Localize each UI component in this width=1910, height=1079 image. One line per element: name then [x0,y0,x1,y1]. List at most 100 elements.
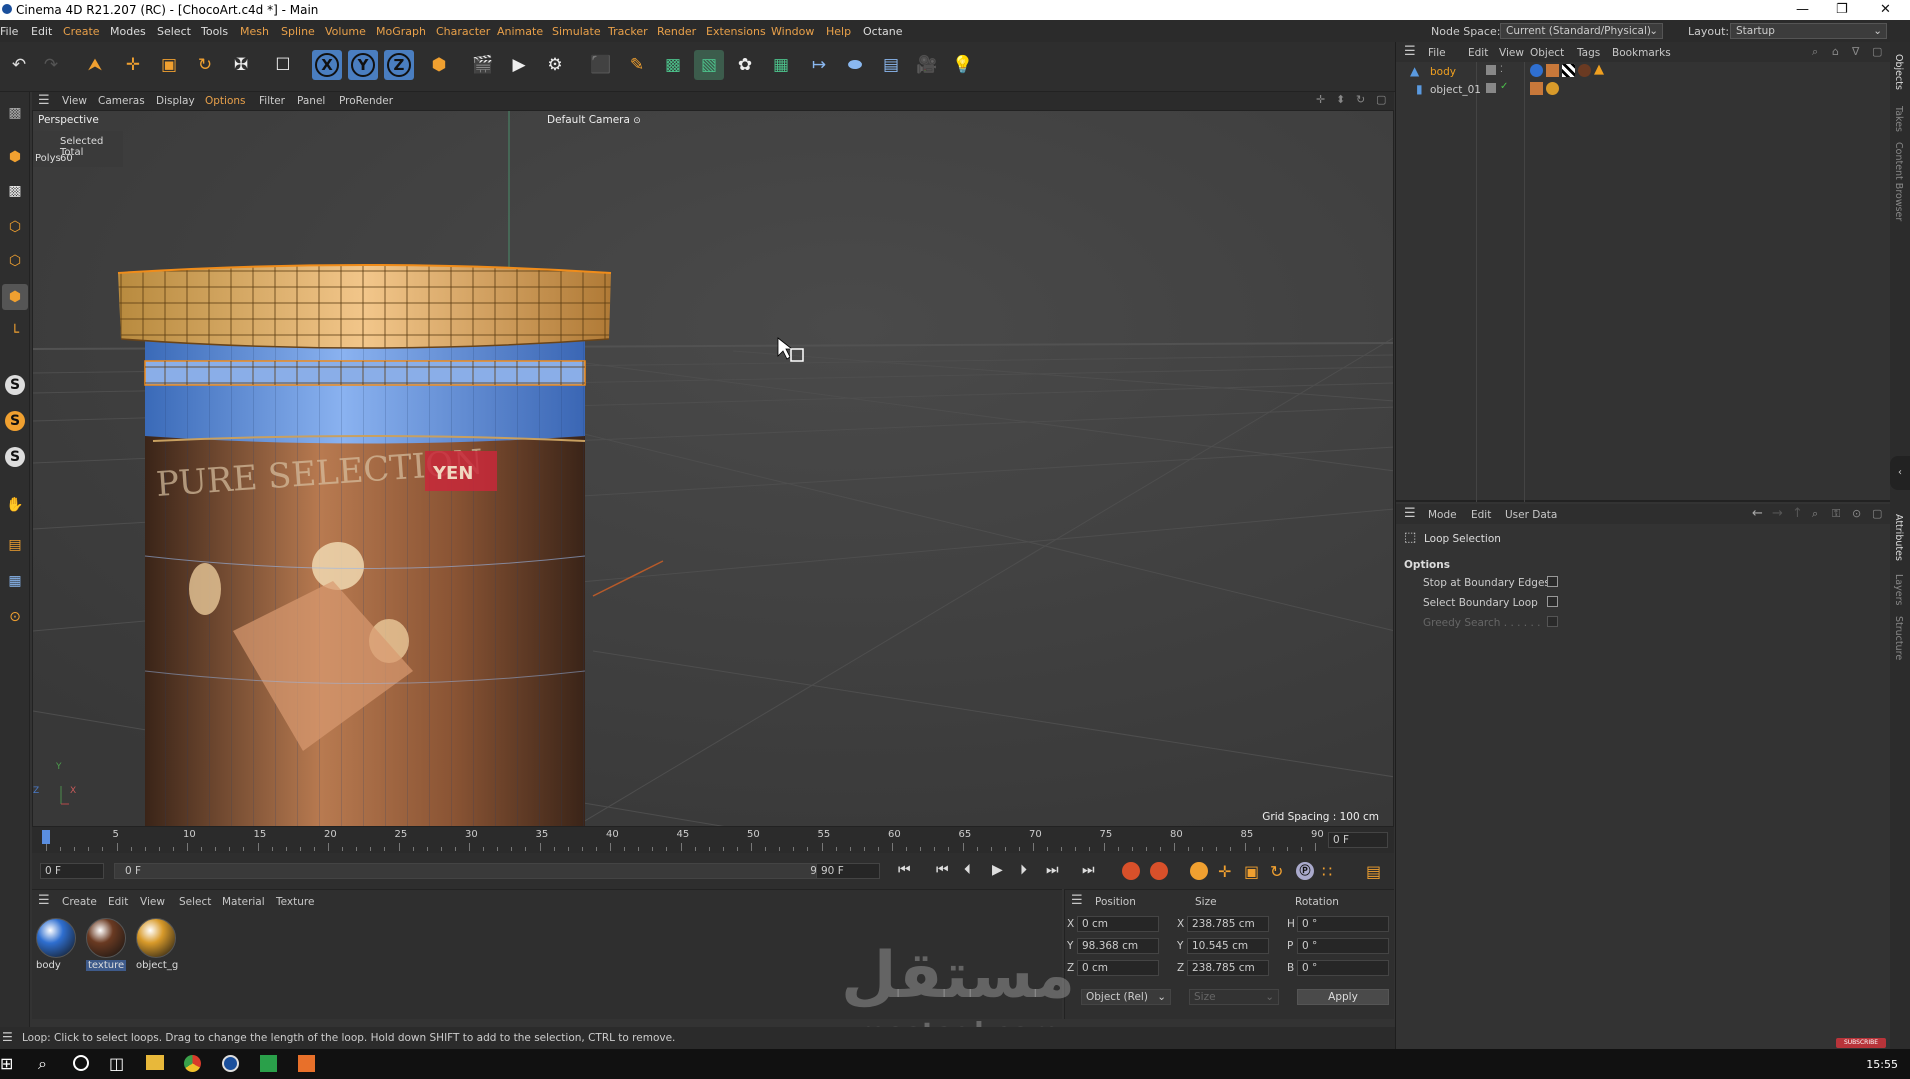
viewport-menu-prorender[interactable]: ProRender [339,95,393,107]
menu-animate[interactable]: Animate [497,25,543,38]
material-menu-edit[interactable]: Edit [108,896,128,908]
windows-start-icon[interactable]: ⊞ [0,1054,13,1073]
attribute-menu-mode[interactable]: Mode [1428,509,1457,521]
snap-s-icon-3[interactable]: S [2,444,28,470]
start-frame-field[interactable]: 0 F [40,863,104,879]
menu-file[interactable]: File [0,25,18,38]
material-menu-select[interactable]: Select [179,896,211,908]
lock-icon[interactable]: ⚿ [1832,507,1840,521]
tab-takes[interactable]: Takes [1893,106,1904,132]
minimize-icon[interactable]: — [1796,2,1809,17]
uv-tag-icon[interactable] [1530,82,1543,95]
menu-mesh[interactable]: Mesh [240,25,269,38]
object-row[interactable]: ▲ body ⁚ ▲ [1396,62,1891,80]
end-frame-field[interactable]: 90 F [816,863,880,879]
field-icon[interactable]: ↦ [804,50,834,80]
recent-tools-icon[interactable]: ✠ [226,50,256,80]
timeline-layout-icon[interactable]: ▤ [1366,862,1381,881]
viewport-menu-cameras[interactable]: Cameras [98,95,145,107]
check-icon[interactable]: ✓ [1500,81,1508,92]
menu-character[interactable]: Character [436,25,490,38]
tab-attributes[interactable]: Attributes [1893,514,1904,561]
timeline-ruler[interactable]: 051015202530354045505560657075808590 0 F [32,827,1394,853]
node-space-dropdown[interactable]: Current (Standard/Physical) ⌄ [1500,23,1663,39]
attribute-menu-edit[interactable]: Edit [1471,509,1491,521]
pen-icon[interactable]: ✎ [622,50,652,80]
menu-modes[interactable]: Modes [110,25,146,38]
pan-view-icon[interactable]: ⬍ [1336,93,1345,106]
tab-objects[interactable]: Objects [1893,54,1904,90]
object-menu-bookmarks[interactable]: Bookmarks [1612,47,1671,59]
previous-frame-icon[interactable]: ⏴ [964,862,971,878]
autokey-icon[interactable] [1150,862,1168,880]
live-selection-icon[interactable]: ⮝ [80,50,110,80]
key-scale-icon[interactable]: ▣ [1244,862,1259,881]
cortana-icon[interactable] [73,1055,89,1071]
material-swatch[interactable]: texture [84,916,130,974]
home-icon[interactable]: ⌂ [1832,45,1839,58]
subdivision-icon[interactable]: ▩ [658,50,688,80]
viewport-menu-panel[interactable]: Panel [297,95,325,107]
back-arrow-icon[interactable]: ← [1752,506,1763,521]
viewport-menu-view[interactable]: View [62,95,87,107]
hamburger-icon[interactable]: ☰ [1404,44,1416,59]
snap-s-icon-2[interactable]: S [2,408,28,434]
go-to-start-icon[interactable]: ⏮ [898,862,911,878]
polygons-mode-icon[interactable]: ⬢ [2,284,28,310]
menu-volume[interactable]: Volume [325,25,366,38]
texture-mode-icon[interactable]: ▩ [2,178,28,204]
up-arrow-icon[interactable]: ↑ [1792,506,1803,521]
select-tool-icon[interactable]: ☐ [268,50,298,80]
object-menu-view[interactable]: View [1499,47,1524,59]
render-picture-viewer-icon[interactable]: ▶ [504,50,534,80]
option-checkbox[interactable] [1547,596,1558,607]
menu-create[interactable]: Create [63,25,100,38]
menu-mograph[interactable]: MoGraph [376,25,426,38]
material-tag-icon[interactable] [1530,64,1543,77]
material-swatch[interactable]: body [34,916,80,974]
points-mode-icon[interactable]: ⬡ [2,214,28,240]
key-parameter-icon[interactable]: Ⓟ [1296,862,1314,880]
layout-dropdown[interactable]: Startup ⌄ [1730,23,1887,39]
file-explorer-icon[interactable] [146,1055,164,1070]
menu-render[interactable]: Render [657,25,696,38]
play-icon[interactable]: ▶ [992,862,1003,878]
timeline-playhead[interactable] [42,830,50,844]
maximize-view-icon[interactable]: ▢ [1376,93,1386,106]
move-icon[interactable]: ✛ [118,50,148,80]
menu-edit[interactable]: Edit [31,25,52,38]
app-orange-icon[interactable] [298,1055,315,1072]
menu-extensions[interactable]: Extensions [706,25,766,38]
lock-workplane-icon[interactable]: ⊙ [2,604,28,630]
material-tag-icon[interactable] [1546,82,1559,95]
camera-label[interactable]: Default Camera ⊙ [547,114,641,126]
chrome-icon[interactable] [184,1055,201,1072]
axis-y-button[interactable]: Y [348,50,378,80]
workplane-icon[interactable]: ▤ [2,532,28,558]
checker-tag-icon[interactable] [1562,64,1575,77]
extrude-icon[interactable]: ▧ [694,50,724,80]
attribute-menu-user-data[interactable]: User Data [1505,509,1557,521]
tab-structure[interactable]: Structure [1893,616,1904,660]
previous-key-icon[interactable]: ⏮ [936,862,949,878]
material-menu-view[interactable]: View [140,896,165,908]
camtasia-icon[interactable] [260,1055,277,1072]
key-pla-icon[interactable]: ∷ [1322,862,1332,881]
object-row[interactable]: ▮ object_01 ✓ [1396,80,1891,98]
sculpt-icon[interactable]: ✋ [2,492,28,518]
viewport-perspective[interactable]: PURE SELECTION YEN Perspective Default C… [32,110,1394,827]
move-view-icon[interactable]: ✛ [1316,93,1325,106]
snap-s-icon[interactable]: S [2,372,28,398]
object-name[interactable]: object_01 [1430,84,1481,96]
menu-spline[interactable]: Spline [281,25,315,38]
material-menu-texture[interactable]: Texture [276,896,314,908]
tab-layers[interactable]: Layers [1893,574,1904,605]
object-menu-object[interactable]: Object [1530,47,1564,59]
position-field[interactable]: 0 cm [1077,960,1159,976]
menu-simulate[interactable]: Simulate [552,25,601,38]
viewport-menu-display[interactable]: Display [156,95,195,107]
object-menu-file[interactable]: File [1428,47,1446,59]
coordinate-system-icon[interactable]: ⬢ [424,50,454,80]
edges-mode-icon[interactable]: ⬡ [2,248,28,274]
search-icon[interactable]: ⌕ [1812,507,1818,521]
